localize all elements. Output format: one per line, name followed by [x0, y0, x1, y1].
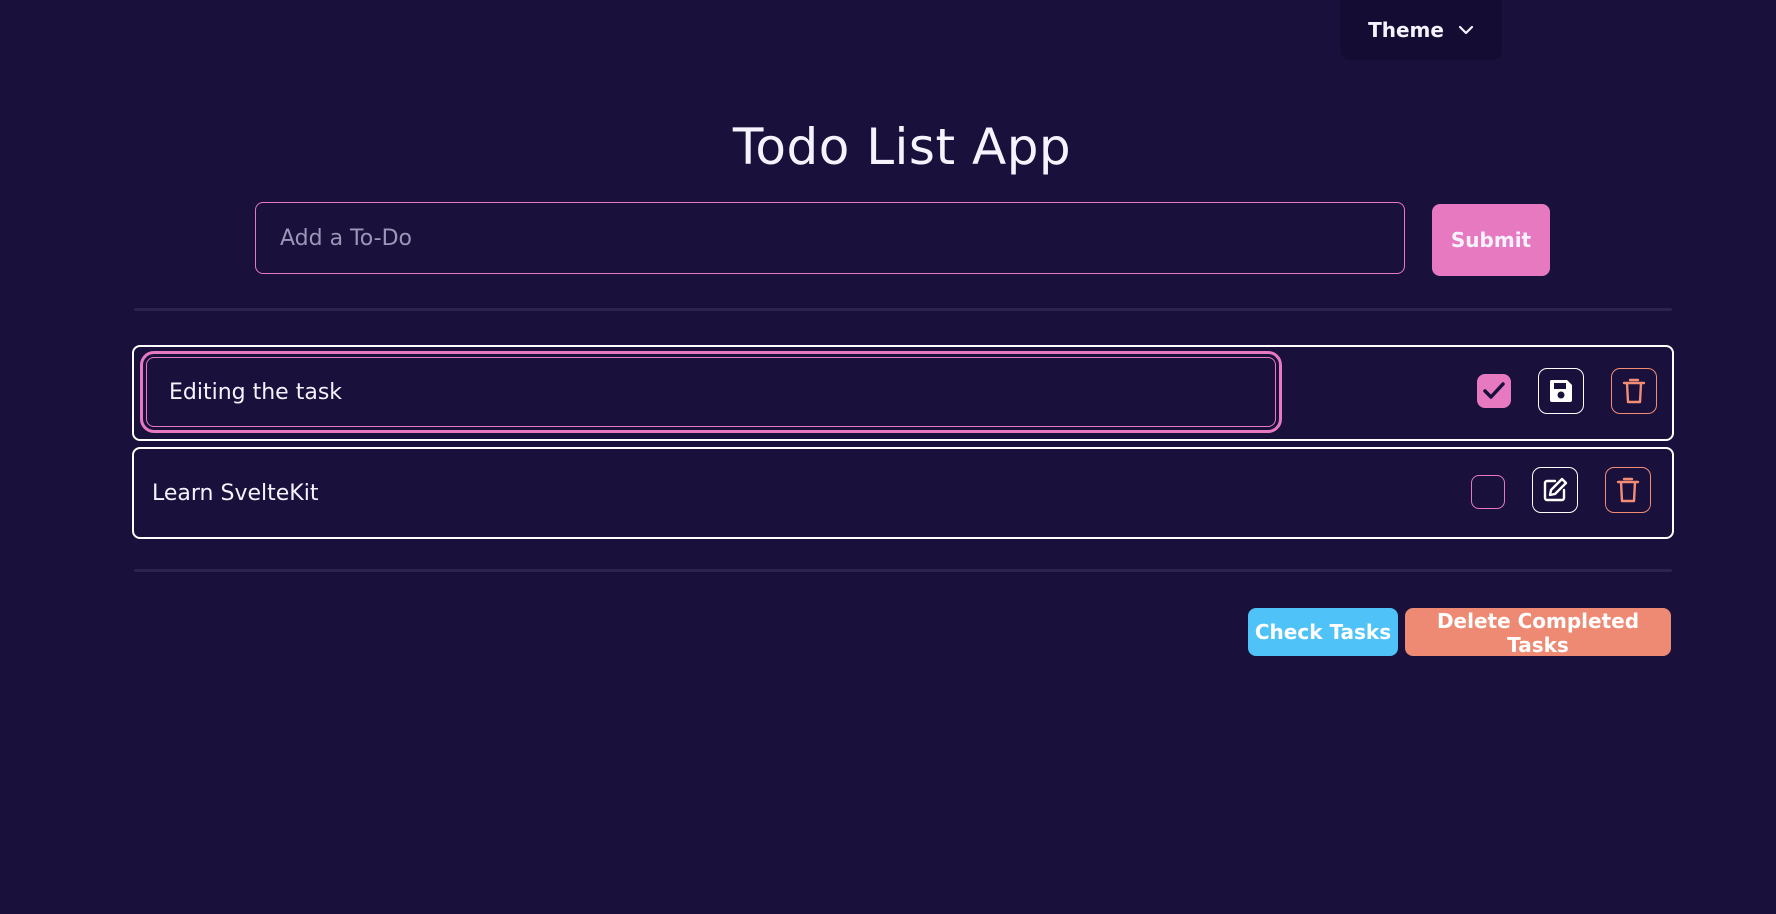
add-todo-input[interactable] — [255, 202, 1405, 274]
task-complete-checkbox[interactable] — [1477, 374, 1511, 408]
delete-completed-tasks-button[interactable]: Delete Completed Tasks — [1405, 608, 1671, 657]
delete-task-button[interactable] — [1611, 368, 1657, 414]
delete-task-button[interactable] — [1605, 467, 1651, 513]
task-complete-checkbox[interactable] — [1471, 475, 1505, 509]
task-text: Learn SvelteKit — [152, 480, 319, 506]
save-icon — [1549, 380, 1572, 402]
check-tasks-button[interactable]: Check Tasks — [1248, 608, 1398, 656]
theme-dropdown-button[interactable]: Theme — [1340, 0, 1502, 60]
edit-icon — [1543, 477, 1568, 502]
divider-top — [134, 308, 1672, 311]
todo-item: Learn SvelteKit — [132, 447, 1674, 539]
trash-icon — [1622, 378, 1646, 404]
checkmark-icon — [1483, 382, 1505, 399]
page-title: Todo List App — [732, 118, 1072, 176]
chevron-down-icon — [1458, 25, 1474, 35]
submit-button[interactable]: Submit — [1432, 204, 1550, 276]
divider-bottom — [134, 569, 1672, 572]
theme-label: Theme — [1368, 18, 1444, 42]
todo-item — [132, 345, 1674, 441]
edit-task-button[interactable] — [1532, 467, 1578, 513]
trash-icon — [1616, 477, 1640, 503]
todo-app-page: Theme Todo List App Submit Learn SvelteK — [0, 0, 1776, 914]
edit-task-input[interactable] — [140, 351, 1282, 433]
save-button[interactable] — [1538, 368, 1584, 414]
